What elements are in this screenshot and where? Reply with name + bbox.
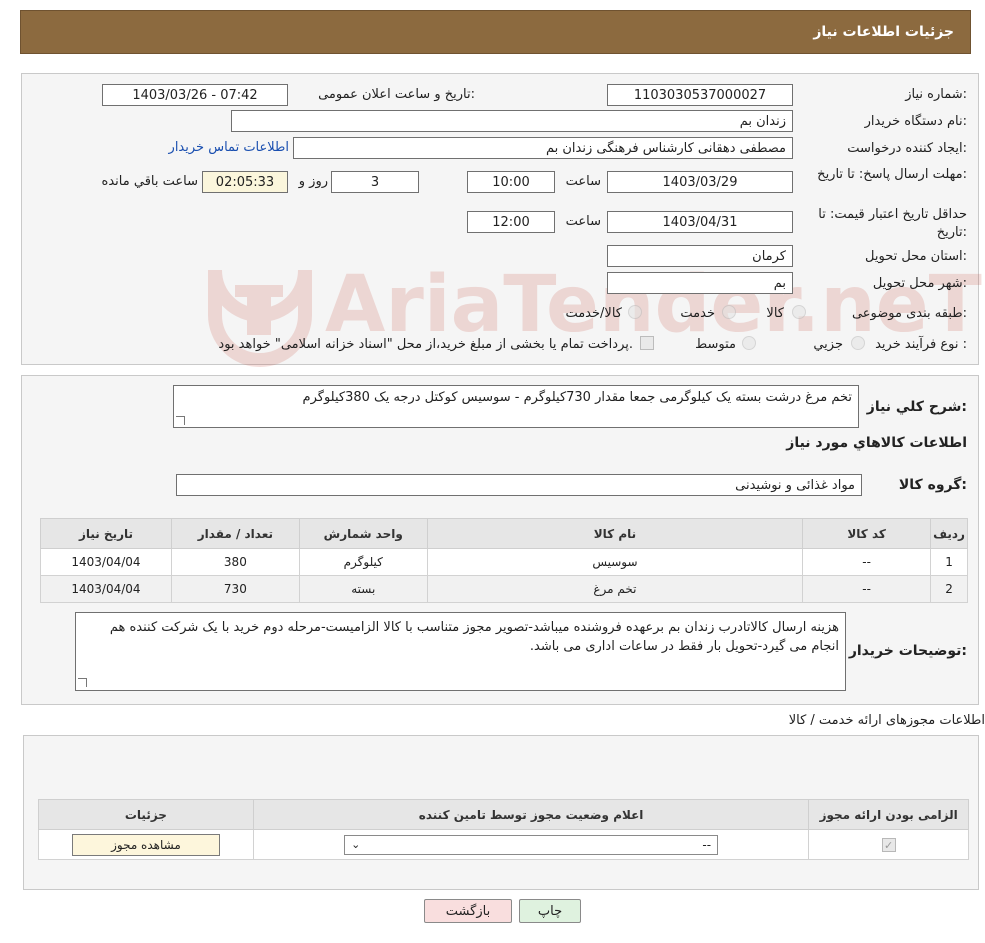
permit-required-checkbox: ✓ (881, 837, 896, 852)
back-button[interactable]: بازگشت (424, 899, 512, 923)
view-permit-button[interactable]: مشاهده مجوز (71, 833, 220, 856)
treasury-note: پرداخت تمام یا بخشی از مبلغ خرید،از محل … (218, 337, 633, 352)
request-creator-field: مصطفی دهقانی کارشناس فرهنگی زندان بم (293, 137, 793, 159)
days-label: روز و (298, 174, 328, 189)
process-option-medium: متوسط (695, 337, 736, 352)
goods-section-title: اطلاعات کالاهاي مورد نياز (786, 435, 967, 451)
cell-code: -- (802, 548, 932, 576)
cell-name: سوسیس (426, 548, 804, 576)
goods-table-header: رديف کد کالا نام کالا واحد شمارش تعداد /… (40, 518, 968, 549)
col-date: تاريخ نياز (40, 518, 172, 549)
cell-unit: بسته (298, 575, 428, 603)
delivery-city-label: شهر محل تحویل: (872, 276, 967, 291)
page-header: جزئیات اطلاعات نیاز (20, 10, 971, 54)
cell-date: 1403/04/04 (40, 548, 172, 576)
buyer-notes-field: هزینه ارسال کالاتادرب زندان بم برعهده فر… (75, 612, 846, 691)
table-row: ✓ -- ⌄ مشاهده مجوز (38, 829, 969, 860)
chevron-down-icon: ⌄ (351, 838, 361, 851)
goods-group-field: مواد غذائی و نوشیدنی (176, 474, 862, 496)
process-radio-minor[interactable] (851, 336, 865, 350)
col-unit: واحد شمارش (298, 518, 428, 549)
cell-qty: 730 (170, 575, 300, 603)
price-validity-label-text: حداقل تاریخ اعتبار قیمت: تا تاریخ: (818, 207, 967, 240)
days-remaining-field: 3 (331, 171, 419, 193)
col-code: کد کالا (802, 518, 932, 549)
category-option-goods-service: کالا/خدمت (565, 306, 622, 321)
need-number-label: شماره نیاز: (905, 87, 967, 102)
category-radio-service[interactable] (722, 305, 736, 319)
description-text: تخم مرغ درشت بسته یک کیلوگرمی جمعا مقدار… (302, 390, 852, 405)
reply-deadline-label: مهلت ارسال پاسخ: تا تاریخ: (817, 166, 967, 184)
category-option-service: خدمت (680, 306, 715, 321)
announce-datetime-label: تاریخ و ساعت اعلان عمومی: (318, 87, 475, 102)
delivery-province-field: کرمان (607, 245, 793, 267)
subject-category-label: طبقه بندی موضوعی: (851, 306, 967, 321)
page-title: جزئیات اطلاعات نیاز (813, 24, 954, 40)
print-button[interactable]: چاپ (519, 899, 581, 923)
table-row: 1 -- سوسیس کیلوگرم 380 1403/04/04 (40, 548, 968, 576)
price-validity-time-label: ساعت (565, 214, 601, 229)
time-remaining-label: ساعت باقي مانده (101, 174, 198, 189)
price-validity-date-field: 1403/04/31 (607, 211, 793, 233)
cell-permit-details: مشاهده مجوز (38, 829, 254, 860)
cell-permit-status: -- ⌄ (252, 829, 810, 860)
cell-code: -- (802, 575, 932, 603)
request-creator-label: ایجاد کننده درخواست: (847, 141, 967, 156)
col-row: رديف (930, 518, 968, 549)
purchase-process-label: نوع فرآیند خرید : (875, 337, 967, 352)
cell-qty: 380 (170, 548, 300, 576)
time-remaining-field: 02:05:33 (202, 171, 288, 193)
price-validity-label: حداقل تاریخ اعتبار قیمت: تا تاریخ: (792, 206, 967, 242)
buyer-notes-resize-handle[interactable] (78, 678, 87, 687)
cell-date: 1403/04/04 (40, 575, 172, 603)
goods-group-label: گروه کالا: (898, 477, 967, 493)
permits-table-header: الزامی بودن ارائه مجوز اعلام وضعیت مجوز … (38, 799, 969, 830)
need-number-field: 1103030537000027 (607, 84, 793, 106)
buyer-org-label: نام دستگاه خریدار: (864, 114, 967, 129)
process-option-minor: جزیي (813, 337, 843, 352)
reply-time-field: 10:00 (467, 171, 555, 193)
reply-date-field: 1403/03/29 (607, 171, 793, 193)
category-radio-goods[interactable] (792, 305, 806, 319)
cell-permit-required: ✓ (808, 829, 969, 860)
treasury-checkbox[interactable] (640, 336, 654, 350)
description-resize-handle[interactable] (176, 416, 185, 425)
announce-datetime-field: 1403/03/26 - 07:42 (102, 84, 288, 106)
col-name: نام کالا (426, 518, 804, 549)
cell-row: 2 (930, 575, 968, 603)
price-validity-time-field: 12:00 (467, 211, 555, 233)
delivery-city-field: بم (607, 272, 793, 294)
reply-time-label: ساعت (565, 174, 601, 189)
permits-section-title: اطلاعات مجوزهای ارائه خدمت / کالا (788, 713, 985, 728)
delivery-province-label: استان محل تحویل: (865, 249, 967, 264)
cell-name: تخم مرغ (426, 575, 804, 603)
col-permit-details: جزئیات (38, 799, 254, 830)
col-permit-status: اعلام وضعیت مجوز توسط تامین کننده (252, 799, 810, 830)
buyer-contact-link[interactable]: اطلاعات تماس خریدار (157, 140, 289, 155)
permit-status-select[interactable]: -- ⌄ (344, 834, 719, 855)
description-field: تخم مرغ درشت بسته یک کیلوگرمی جمعا مقدار… (173, 385, 859, 428)
cell-unit: کیلوگرم (298, 548, 428, 576)
permits-table: الزامی بودن ارائه مجوز اعلام وضعیت مجوز … (38, 799, 969, 860)
goods-table: رديف کد کالا نام کالا واحد شمارش تعداد /… (40, 518, 968, 603)
buyer-notes-label: توضیحات خریدار: (848, 643, 967, 659)
category-option-goods: کالا (766, 306, 784, 321)
process-radio-medium[interactable] (742, 336, 756, 350)
col-permit-required: الزامی بودن ارائه مجوز (808, 799, 969, 830)
col-qty: تعداد / مقدار (170, 518, 300, 549)
buyer-notes-text: هزینه ارسال کالاتادرب زندان بم برعهده فر… (109, 620, 839, 654)
category-radio-goods-service[interactable] (628, 305, 642, 319)
buyer-org-field: زندان بم (231, 110, 793, 132)
permit-status-value: -- (702, 837, 712, 852)
reply-deadline-label-text: مهلت ارسال پاسخ: تا تاریخ: (817, 167, 967, 182)
description-label: شرح کلي نياز: (866, 399, 967, 415)
table-row: 2 -- تخم مرغ بسته 730 1403/04/04 (40, 575, 968, 603)
cell-row: 1 (930, 548, 968, 576)
